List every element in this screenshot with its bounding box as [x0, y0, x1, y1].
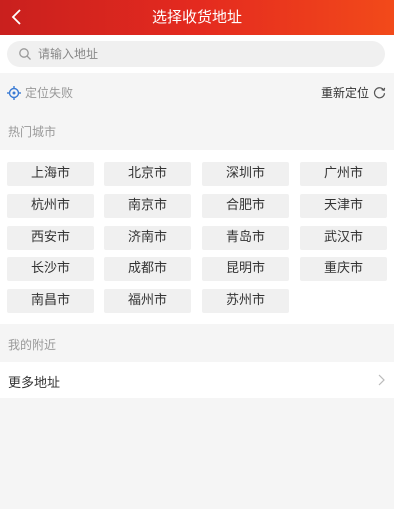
city-button[interactable]: 深圳市 — [202, 162, 289, 186]
search-section — [0, 35, 394, 73]
crosshair-icon — [7, 85, 21, 100]
relocate-button[interactable]: 重新定位 — [321, 84, 386, 101]
search-icon — [18, 47, 32, 61]
city-button[interactable]: 福州市 — [104, 289, 191, 313]
city-button[interactable]: 重庆市 — [300, 257, 387, 281]
hot-cities-label: 热门城市 — [8, 125, 57, 139]
city-button[interactable]: 合肥市 — [202, 194, 289, 218]
city-button[interactable]: 杭州市 — [7, 194, 94, 218]
city-button[interactable]: 成都市 — [104, 257, 191, 281]
city-button[interactable]: 南昌市 — [7, 289, 94, 313]
city-button[interactable]: 广州市 — [300, 162, 387, 186]
city-button[interactable]: 青岛市 — [202, 226, 289, 250]
chevron-right-icon — [378, 374, 385, 386]
nearby-label: 我的附近 — [8, 338, 57, 352]
city-button[interactable]: 天津市 — [300, 194, 387, 218]
page-title: 选择收货地址 — [151, 8, 242, 26]
city-button[interactable]: 南京市 — [104, 194, 191, 218]
hot-cities-grid: 上海市 北京市 深圳市 广州市杭州市 南京市 合肥市 天津市西安市 济南市 青岛市 武汉市长沙市成… — [0, 150, 394, 324]
city-button[interactable]: 武汉市 — [300, 226, 387, 250]
relocate-label: 重新定位 — [320, 86, 369, 100]
header-bar: 选择收货地址 — [0, 0, 394, 35]
city-button[interactable]: 上海市 — [7, 162, 94, 186]
location-status[interactable]: 定位失败 — [7, 84, 73, 101]
refresh-icon — [373, 87, 386, 99]
city-button[interactable]: 苏州市 — [202, 289, 289, 313]
city-button[interactable]: 长沙市 — [7, 257, 94, 281]
search-input[interactable] — [38, 47, 368, 61]
city-button[interactable]: 西安市 — [7, 226, 94, 250]
city-button[interactable]: 济南市 — [104, 226, 191, 250]
search-box[interactable] — [7, 41, 385, 67]
location-row: 定位失败 重新定位 — [0, 77, 394, 109]
city-button[interactable]: 昆明市 — [202, 257, 289, 281]
city-button[interactable]: 北京市 — [104, 162, 191, 186]
location-status-text: 定位失败 — [25, 86, 74, 100]
more-addresses-label: 更多地址 — [8, 376, 61, 391]
more-addresses-row[interactable]: 更多地址 — [0, 362, 394, 398]
